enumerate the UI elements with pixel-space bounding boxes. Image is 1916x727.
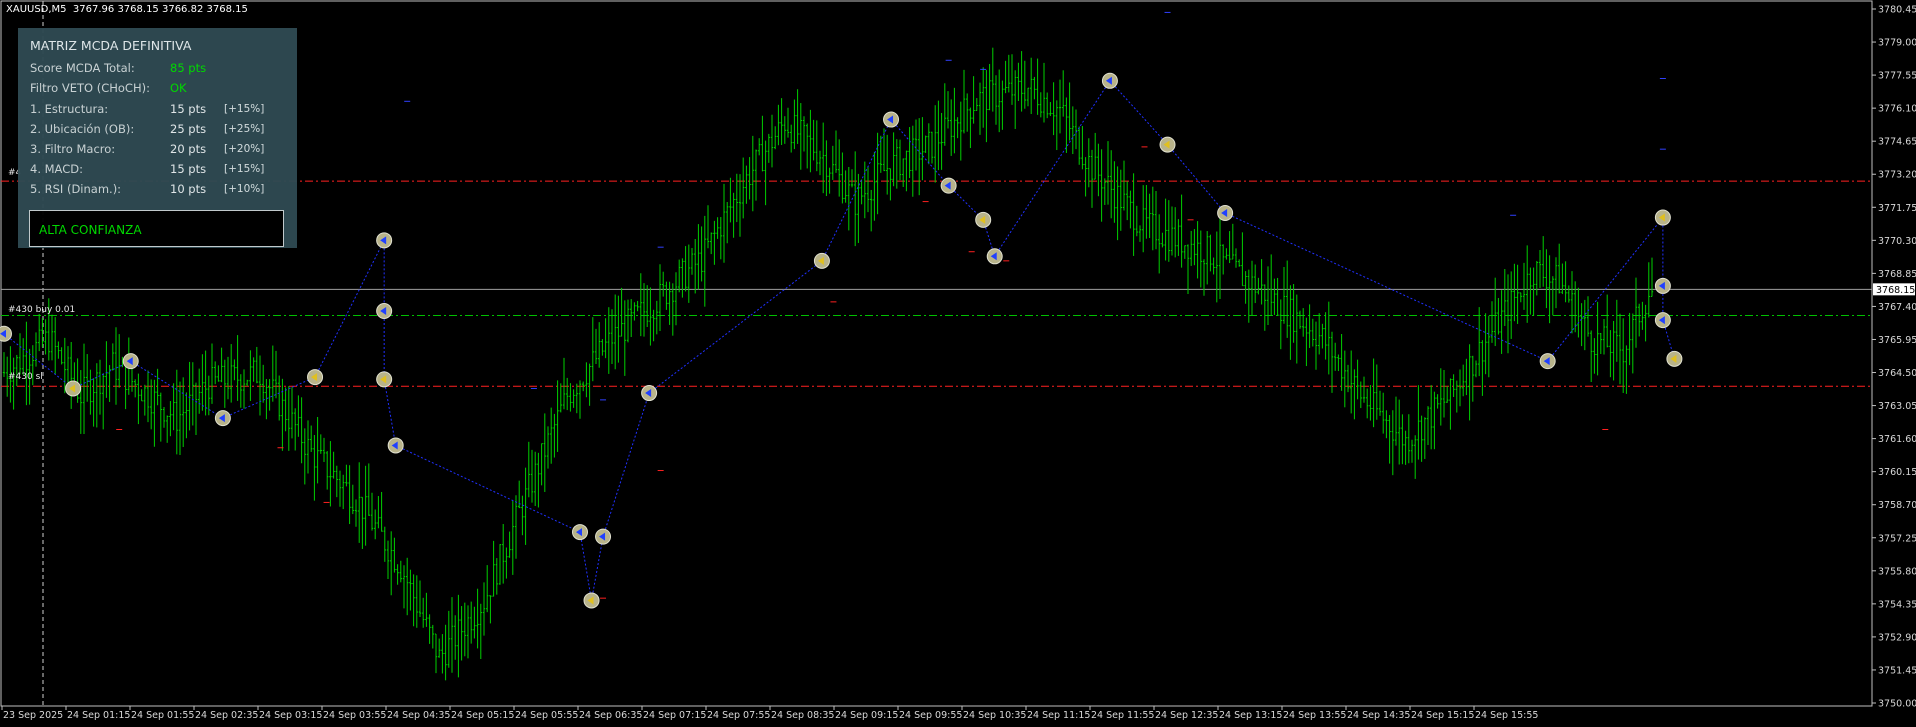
buy-order-label[interactable]: #430 buy 0.01	[8, 305, 75, 315]
swing-connector	[602, 392, 650, 537]
y-tick-label: 3754.35	[1878, 599, 1916, 610]
x-tick-label: 24 Sep 01:15	[67, 710, 130, 721]
current-price-label: 3768.15	[1876, 285, 1915, 296]
y-tick-label: 3763.05	[1878, 401, 1916, 412]
stop-loss-label[interactable]: #430 sl	[8, 372, 43, 382]
y-tick-label: 3767.40	[1878, 302, 1916, 313]
confidence-box: ALTA CONFIANZA	[29, 210, 284, 247]
x-tick-label: 24 Sep 10:35	[963, 710, 1026, 721]
y-tick-label: 3750.00	[1878, 699, 1916, 710]
criterion-weight: [+10%]	[224, 183, 265, 195]
y-tick-label: 3779.00	[1878, 38, 1916, 49]
y-tick-label: 3758.70	[1878, 500, 1916, 511]
y-tick-label: 3776.10	[1878, 104, 1916, 115]
swing-connector	[314, 240, 385, 378]
criterion-weight: [+15%]	[224, 103, 265, 115]
criterion-value: 20 pts	[170, 142, 207, 156]
criterion-weight: [+20%]	[224, 143, 265, 155]
x-tick-label: 24 Sep 12:35	[1155, 710, 1218, 721]
criterion-weight: [+15%]	[224, 163, 265, 175]
x-tick-label: 24 Sep 07:55	[707, 710, 770, 721]
criterion-value: 15 pts	[170, 102, 207, 116]
criterion-label: 5. RSI (Dinam.):	[30, 182, 122, 196]
y-tick-label: 3751.45	[1878, 665, 1916, 676]
symbol-quote: XAUUSD,M5 3767.96 3768.15 3766.82 3768.1…	[6, 4, 248, 15]
swing-connector	[821, 119, 892, 262]
x-tick-label: 24 Sep 01:55	[131, 710, 194, 721]
x-tick-label: 24 Sep 14:35	[1347, 710, 1410, 721]
x-tick-label: 24 Sep 07:15	[643, 710, 706, 721]
ohlc-values: 3767.96 3768.15 3766.82 3768.15	[72, 4, 248, 15]
y-tick-label: 3760.15	[1878, 467, 1916, 478]
panel-title: MATRIZ MCDA DEFINITIVA	[30, 38, 192, 53]
criterion-value: 10 pts	[170, 182, 207, 196]
score-label: Score MCDA Total:	[30, 61, 135, 75]
x-tick-label: 24 Sep 11:55	[1091, 710, 1154, 721]
x-tick-label: 24 Sep 08:35	[771, 710, 834, 721]
x-tick-label: 24 Sep 09:55	[899, 710, 962, 721]
mcda-panel: MATRIZ MCDA DEFINITIVA Score MCDA Total:…	[18, 28, 297, 248]
swing-connector	[1224, 212, 1548, 362]
criterion-value: 25 pts	[170, 122, 207, 136]
swing-connector	[591, 536, 604, 601]
y-tick-label: 3777.55	[1878, 71, 1916, 82]
swing-connector	[1167, 144, 1226, 214]
veto-value: OK	[170, 81, 187, 95]
criterion-label: 2. Ubicación (OB):	[30, 122, 135, 136]
criterion-label: 3. Filtro Macro:	[30, 142, 116, 156]
symbol-name: XAUUSD,M5	[6, 4, 67, 15]
y-tick-label: 3773.20	[1878, 170, 1916, 181]
y-tick-label: 3755.80	[1878, 566, 1916, 577]
x-tick-label: 24 Sep 05:55	[515, 710, 578, 721]
swing-connector	[383, 379, 397, 446]
swing-connector	[1109, 80, 1168, 145]
y-tick-label: 3764.50	[1878, 368, 1916, 379]
x-tick-label: 24 Sep 06:35	[579, 710, 642, 721]
y-tick-label: 3752.90	[1878, 632, 1916, 643]
x-tick-label: 24 Sep 11:15	[1027, 710, 1090, 721]
swing-connector	[994, 80, 1111, 257]
y-tick-label: 3761.60	[1878, 434, 1916, 445]
x-tick-label: 24 Sep 03:55	[323, 710, 386, 721]
swing-connector	[648, 260, 823, 394]
y-tick-label: 3768.85	[1878, 269, 1916, 280]
x-tick-label: 24 Sep 03:15	[259, 710, 322, 721]
criterion-value: 15 pts	[170, 162, 207, 176]
x-tick-label: 23 Sep 2025	[3, 710, 63, 721]
x-tick-label: 24 Sep 13:15	[1219, 710, 1282, 721]
x-tick-label: 24 Sep 13:55	[1283, 710, 1346, 721]
criterion-weight: [+25%]	[224, 123, 265, 135]
y-tick-label: 3770.30	[1878, 236, 1916, 247]
swing-connector	[579, 531, 593, 601]
score-value: 85 pts	[170, 61, 207, 75]
confidence-label: ALTA CONFIANZA	[39, 223, 142, 237]
x-tick-label: 24 Sep 15:55	[1475, 710, 1538, 721]
y-tick-label: 3757.25	[1878, 533, 1916, 544]
y-tick-label: 3774.65	[1878, 137, 1916, 148]
x-tick-label: 24 Sep 05:15	[451, 710, 514, 721]
y-tick-label: 3765.95	[1878, 335, 1916, 346]
criterion-label: 4. MACD:	[30, 162, 83, 176]
criterion-label: 1. Estructura:	[30, 102, 109, 116]
y-tick-label: 3780.45	[1878, 5, 1916, 16]
x-tick-label: 24 Sep 15:15	[1411, 710, 1474, 721]
y-tick-label: 3771.75	[1878, 203, 1916, 214]
veto-label: Filtro VETO (CHoCH):	[30, 81, 150, 95]
x-tick-label: 24 Sep 04:35	[387, 710, 450, 721]
x-tick-label: 24 Sep 02:35	[195, 710, 258, 721]
swing-connector	[395, 445, 581, 533]
x-tick-label: 24 Sep 09:15	[835, 710, 898, 721]
